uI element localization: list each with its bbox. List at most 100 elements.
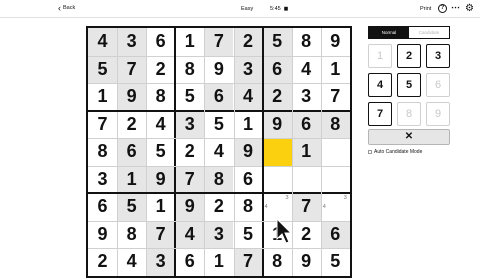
- sudoku-cell[interactable]: 2: [88, 248, 117, 276]
- sudoku-cell[interactable]: 7: [175, 165, 205, 193]
- sudoku-cell[interactable]: 1: [146, 193, 175, 221]
- sudoku-cell[interactable]: 8: [175, 56, 204, 84]
- sudoku-cell[interactable]: 7: [146, 220, 176, 248]
- sudoku-cell[interactable]: 1: [234, 111, 263, 139]
- sudoku-cell[interactable]: 5: [234, 221, 263, 249]
- normal-mode-tab[interactable]: Normal: [369, 27, 409, 38]
- sudoku-cell[interactable]: 8: [204, 165, 234, 193]
- sudoku-cell[interactable]: [321, 166, 350, 194]
- candidate-mode-tab[interactable]: Candidate: [409, 27, 449, 38]
- sudoku-cell[interactable]: [321, 138, 350, 166]
- sudoku-cell[interactable]: 3: [233, 55, 263, 83]
- sudoku-cell[interactable]: 7: [204, 28, 234, 56]
- sudoku-cell[interactable]: 9: [117, 83, 147, 111]
- sudoku-cell[interactable]: 6: [234, 166, 263, 194]
- number-key[interactable]: 3: [426, 44, 450, 68]
- sudoku-cell[interactable]: 6: [262, 55, 292, 83]
- checkbox[interactable]: [368, 150, 372, 154]
- sudoku-cell[interactable]: 7: [321, 83, 350, 111]
- number-key[interactable]: 1: [368, 44, 392, 68]
- number-key[interactable]: 7: [368, 102, 392, 126]
- sudoku-cell[interactable]: 3: [117, 28, 147, 56]
- number-key[interactable]: 4: [368, 73, 392, 97]
- sudoku-cell[interactable]: 7: [291, 193, 321, 221]
- sudoku-cell[interactable]: 7: [117, 55, 147, 83]
- sudoku-cell[interactable]: 9: [233, 138, 263, 166]
- sudoku-cell[interactable]: 5: [262, 28, 292, 56]
- sudoku-cell[interactable]: 1: [117, 165, 147, 193]
- delete-button[interactable]: ✕: [368, 129, 450, 145]
- number-key[interactable]: 9: [426, 102, 450, 126]
- sudoku-cell[interactable]: 8: [88, 138, 117, 166]
- sudoku-cell[interactable]: [262, 138, 292, 166]
- sudoku-cell[interactable]: 1: [291, 138, 321, 166]
- gear-icon[interactable]: ⚙: [465, 3, 474, 14]
- sudoku-cell[interactable]: 8: [146, 83, 175, 111]
- sudoku-cell[interactable]: 3: [204, 220, 234, 248]
- sudoku-cell[interactable]: 9: [175, 193, 205, 221]
- sudoku-cell[interactable]: 1: [88, 83, 117, 111]
- sudoku-cell[interactable]: 2: [117, 111, 146, 139]
- sudoku-cell[interactable]: 5: [146, 138, 175, 166]
- pause-icon[interactable]: ▮▮: [284, 6, 288, 12]
- sudoku-cell[interactable]: 2: [292, 221, 321, 249]
- sudoku-cell[interactable]: 9: [262, 110, 292, 138]
- sudoku-cell[interactable]: 43: [321, 193, 350, 221]
- sudoku-cell[interactable]: 4: [175, 220, 205, 248]
- sudoku-cell[interactable]: 1: [321, 56, 350, 84]
- sudoku-cell[interactable]: 4: [117, 248, 146, 276]
- sudoku-cell[interactable]: [263, 166, 292, 194]
- auto-candidate-toggle[interactable]: Auto Candidate Mode: [368, 149, 422, 155]
- sudoku-cell[interactable]: 3: [88, 166, 117, 194]
- sudoku-cell[interactable]: 3: [292, 83, 321, 111]
- sudoku-cell[interactable]: 8: [117, 221, 146, 249]
- sudoku-cell[interactable]: 4: [292, 56, 321, 84]
- sudoku-cell[interactable]: 4: [204, 138, 233, 166]
- sudoku-cell[interactable]: 2: [146, 56, 175, 84]
- sudoku-cell[interactable]: 1: [175, 28, 204, 56]
- sudoku-cell[interactable]: 6: [146, 28, 175, 56]
- number-key[interactable]: 6: [426, 73, 450, 97]
- sudoku-cell[interactable]: 1: [204, 248, 233, 276]
- sudoku-cell[interactable]: 8: [292, 28, 321, 56]
- number-key[interactable]: 8: [397, 102, 421, 126]
- sudoku-cell[interactable]: 6: [320, 220, 350, 248]
- sudoku-cell[interactable]: 6: [291, 110, 321, 138]
- sudoku-cell[interactable]: 6: [175, 248, 204, 276]
- sudoku-cell[interactable]: 6: [204, 83, 234, 111]
- sudoku-cell[interactable]: 43: [263, 193, 292, 221]
- sudoku-cell[interactable]: 4: [88, 28, 117, 56]
- sudoku-cell[interactable]: 5: [175, 83, 204, 111]
- sudoku-cell[interactable]: 6: [117, 138, 147, 166]
- sudoku-cell[interactable]: 9: [204, 56, 233, 84]
- sudoku-cell[interactable]: 8: [234, 193, 263, 221]
- number-key[interactable]: 2: [397, 44, 421, 68]
- sudoku-cell[interactable]: 3: [175, 110, 205, 138]
- sudoku-cell[interactable]: 5: [321, 248, 350, 276]
- help-icon[interactable]: ?: [438, 4, 447, 13]
- sudoku-cell[interactable]: 5: [117, 193, 147, 221]
- sudoku-cell[interactable]: 2: [175, 138, 204, 166]
- sudoku-cell[interactable]: 5: [88, 55, 117, 83]
- back-button[interactable]: ‹ Back: [58, 4, 75, 13]
- sudoku-cell[interactable]: 5: [204, 111, 233, 139]
- sudoku-cell[interactable]: 8: [320, 110, 350, 138]
- number-key[interactable]: 5: [397, 73, 421, 97]
- sudoku-cell[interactable]: 9: [321, 28, 350, 56]
- print-button[interactable]: Print: [420, 6, 431, 12]
- sudoku-cell[interactable]: 8: [263, 248, 292, 276]
- sudoku-cell[interactable]: 4: [233, 83, 263, 111]
- sudoku-cell[interactable]: 9: [88, 221, 117, 249]
- sudoku-cell[interactable]: 7: [233, 248, 263, 276]
- sudoku-cell[interactable]: 6: [88, 193, 117, 221]
- sudoku-cell[interactable]: 2: [262, 83, 292, 111]
- more-options-icon[interactable]: ⋯: [451, 2, 460, 13]
- sudoku-cell[interactable]: 2: [233, 28, 263, 56]
- sudoku-cell[interactable]: 9: [146, 165, 176, 193]
- sudoku-cell[interactable]: 2: [204, 193, 233, 221]
- sudoku-cell[interactable]: 4: [146, 111, 175, 139]
- sudoku-cell[interactable]: 3: [146, 248, 176, 276]
- sudoku-cell[interactable]: 7: [88, 111, 117, 139]
- sudoku-cell[interactable]: [292, 166, 321, 194]
- sudoku-cell[interactable]: 9: [292, 248, 321, 276]
